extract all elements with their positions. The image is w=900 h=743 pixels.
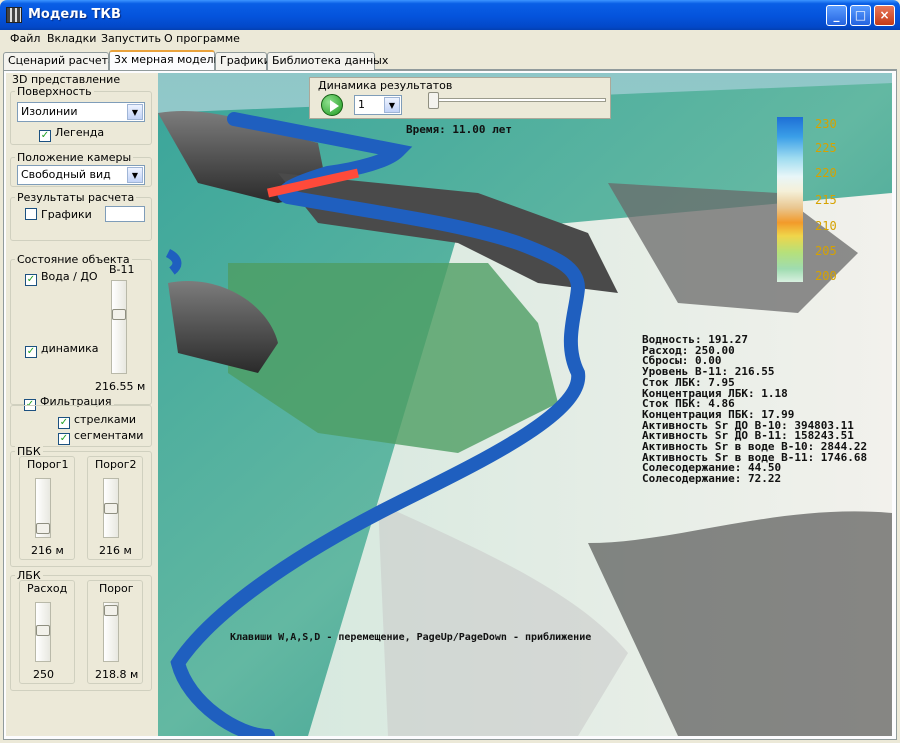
time-label: Время: 11.00 лет [406,123,512,136]
lbk-group: ЛБК Расход 250 Порог 218.8 м [10,569,152,691]
pbk-group: ПБК Порог1 216 м Порог2 216 м [10,445,152,567]
pbk-value2: 216 м [99,544,132,557]
minimize-icon: _ [833,8,840,22]
menu-bar: Файл Вкладки Запустить О программе [3,30,897,49]
state-group: Состояние объекта ✓ Вода / ДО В-11 ✓ динам… [10,253,152,405]
control-panel: 3D представление Поверхность Изолинии ▼ … [6,73,158,736]
legend-checkbox-label: Легенда [55,126,105,139]
dynamics-checkbox-label: динамика [41,342,99,355]
legend-checkbox[interactable]: ✓ Легенда [39,126,104,142]
pbk-threshold2-label: Порог2 [95,458,137,471]
legend-tick: 210 [815,219,837,233]
surface-value: Изолинии [21,105,78,118]
lbk-threshold-slider[interactable] [103,602,119,662]
check-icon: ✓ [25,274,37,286]
pbk-threshold1-label: Порог1 [27,458,69,471]
chevron-down-icon: ▼ [127,104,143,120]
minimize-button[interactable]: _ [826,5,847,26]
menu-tabs[interactable]: Вкладки [47,32,96,45]
legend-tick: 215 [815,193,837,207]
play-button[interactable] [321,94,343,116]
step-value: 1 [358,98,365,111]
lbk-threshold-label: Порог [99,582,134,595]
pbk-threshold1-slider[interactable] [35,478,51,538]
title-bar[interactable]: Модель ТКВ _ □ × [0,0,900,30]
surface-select[interactable]: Изолинии ▼ [17,102,145,122]
legend-tick: 200 [815,269,837,283]
slider-thumb[interactable] [112,309,126,320]
tab-data-library[interactable]: Библиотека данных [267,52,388,70]
check-icon: ✓ [39,130,51,142]
tab-3d-model[interactable]: 3х мерная модель [109,50,220,71]
step-select[interactable]: 1 ▼ [354,95,402,115]
pbk-value1: 216 м [31,544,64,557]
arrows-checkbox-label: стрелками [74,413,137,426]
legend-tick: 230 [815,117,837,131]
surface-group: Поверхность Изолинии ▼ ✓ Легенда [10,85,152,145]
readout-line: Солесодержание: 72.22 [642,472,782,486]
maximize-icon: □ [854,8,867,22]
graphs-checkbox-label: Графики [41,208,92,221]
graphs-checkbox[interactable]: Графики [25,208,92,221]
b11-level-value: 216.55 м [95,380,146,393]
time-slider-thumb[interactable] [428,92,439,109]
slider-thumb[interactable] [104,503,118,514]
close-icon: × [879,8,890,22]
lbk-value2: 218.8 м [95,668,139,681]
dynamics-panel: Динамика результатов 1 ▼ [309,77,611,119]
chevron-down-icon: ▼ [127,167,143,183]
checkbox-empty-icon [25,208,37,220]
tab-strip: Сценарий расчета 3х мерная модель График… [3,50,897,71]
segments-checkbox[interactable]: ✓ сегментами [58,429,143,445]
slider-thumb[interactable] [104,605,118,616]
check-icon: ✓ [25,346,37,358]
color-legend: 230 225 220 215 210 205 200 [777,117,843,287]
controls-hint: Клавиши W,A,S,D - перемещение, PageUp/Pa… [230,632,592,643]
close-button[interactable]: × [874,5,895,26]
camera-label: Положение камеры [15,151,134,164]
slider-thumb[interactable] [36,523,50,534]
tab-graphs[interactable]: Графики [215,52,271,70]
slider-thumb[interactable] [36,625,50,636]
tab-scenario[interactable]: Сценарий расчета [3,52,115,70]
results-group: Результаты расчета Графики [10,191,152,241]
pbk-threshold2-slider[interactable] [103,478,119,538]
b11-level-slider[interactable] [111,280,127,374]
menu-run[interactable]: Запустить [101,32,161,45]
water-checkbox[interactable]: ✓ Вода / ДО [25,270,98,286]
lbk-flow-label: Расход [27,582,68,595]
play-icon [330,100,339,112]
dynamics-label: Динамика результатов [318,79,453,92]
water-checkbox-label: Вода / ДО [41,270,98,283]
slider-b11-label: В-11 [109,263,135,276]
legend-tick: 225 [815,141,837,155]
menu-file[interactable]: Файл [10,32,40,45]
check-icon: ✓ [58,433,70,445]
legend-bar [777,117,803,282]
legend-tick: 205 [815,244,837,258]
segments-checkbox-label: сегментами [74,429,144,442]
lbk-flow-slider[interactable] [35,602,51,662]
graphs-field[interactable] [105,206,145,222]
lbk-value1: 250 [33,668,54,681]
dynamics-checkbox[interactable]: ✓ динамика [25,342,99,358]
check-icon: ✓ [58,417,70,429]
chevron-down-icon: ▼ [384,97,400,113]
menu-about[interactable]: О программе [164,32,240,45]
app-icon [6,7,22,23]
surface-label: Поверхность [15,85,94,98]
camera-select[interactable]: Свободный вид ▼ [17,165,145,185]
maximize-button[interactable]: □ [850,5,871,26]
arrows-checkbox[interactable]: ✓ стрелками [58,413,136,429]
window-title: Модель ТКВ [28,7,121,22]
legend-tick: 220 [815,166,837,180]
time-slider[interactable] [428,98,606,102]
camera-value: Свободный вид [21,168,111,181]
camera-group: Положение камеры Свободный вид ▼ [10,151,152,187]
results-label: Результаты расчета [15,191,137,204]
results-readout: Водность: 191.27 Расход: 250.00 Сбросы: … [642,334,867,486]
